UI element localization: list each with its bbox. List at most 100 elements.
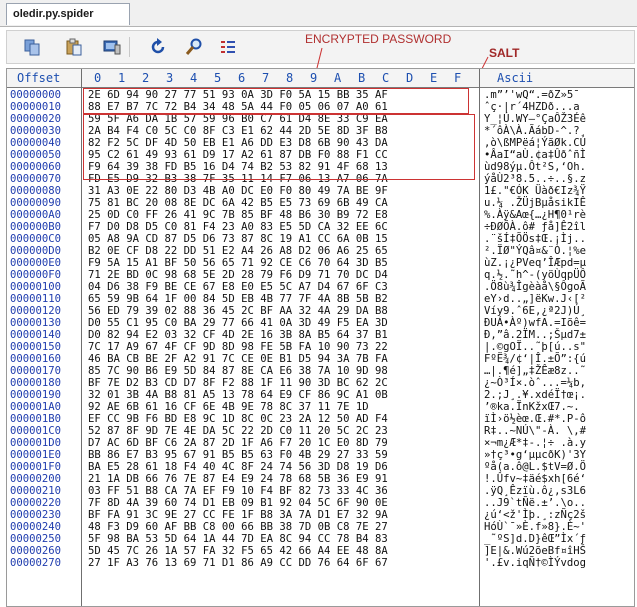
- row-ascii[interactable]: ºå(a.ô@L.$tV=Ø.Ö: [484, 461, 586, 473]
- row-hex-bytes[interactable]: F7 D0 D8 D5 C0 81 F4 23 A0 83 E5 5D CA 3…: [88, 221, 388, 233]
- row-ascii[interactable]: Y_¦Ú.WY–°ÇaÔŽ3Éê: [484, 113, 586, 125]
- row-ascii[interactable]: .ÿQ¸Êzïù.ô¿‚s3L6: [484, 485, 586, 497]
- row-hex-bytes[interactable]: 2E 6D 94 90 27 77 51 93 0A 3D F0 5A 15 B…: [88, 89, 388, 101]
- row-hex-bytes[interactable]: 75 81 BC 20 08 8E DC 6A 42 B5 E5 73 69 6…: [88, 197, 388, 209]
- row-hex-bytes[interactable]: 48 F3 D9 60 AF BB C8 00 66 BB 38 7D 0B C…: [88, 521, 388, 533]
- row-ascii[interactable]: ÷ÐØÕÀ.ô# ƒå]Ê2îl: [484, 221, 586, 233]
- row-hex-bytes[interactable]: 56 ED 79 39 02 88 36 45 2C BF AA 32 4A 2…: [88, 305, 388, 317]
- list-icon[interactable]: [217, 36, 239, 58]
- hex-view[interactable]: Offset 0 1 2 3 4 5 6 7 8 9 A B C D E F A…: [6, 68, 635, 607]
- row-ascii[interactable]: ]E|&.Wú2õeBf¤îHŠ: [484, 545, 586, 557]
- row-ascii[interactable]: ..J9`tÑë.±’.\o..: [484, 497, 586, 509]
- paste-icon[interactable]: [63, 36, 85, 58]
- row-offset: 000000A0: [10, 209, 62, 221]
- row-ascii[interactable]: ‚ò\ßMPëá¦ÝãØk.CÚ: [484, 137, 586, 149]
- row-hex-bytes[interactable]: 21 1A DB 66 76 7E 87 E4 E9 24 78 68 5B 3…: [88, 473, 388, 485]
- row-hex-bytes[interactable]: BB 86 E7 B3 95 67 91 B5 B5 63 F0 4B 29 2…: [88, 449, 388, 461]
- row-offset: 000001B0: [10, 413, 62, 425]
- row-ascii[interactable]: 2.;J¸.¥.xdéÏ†œ¡.: [484, 389, 586, 401]
- row-ascii[interactable]: q.½.˜h^-(yöÙqpÜÔ: [484, 269, 586, 281]
- row-hex-bytes[interactable]: 46 BA CB BE 2F A2 91 7C CE 0E B1 D5 94 3…: [88, 353, 388, 365]
- row-offset: 000001C0: [10, 425, 62, 437]
- row-hex-bytes[interactable]: F9 5A 15 A1 BF 50 56 65 71 92 CE C6 70 6…: [88, 257, 388, 269]
- row-ascii[interactable]: ×¬m¿Æ*‡-.¦÷ .à.y: [484, 437, 586, 449]
- tab-oledir[interactable]: oledir.py.spider: [6, 3, 130, 25]
- row-hex-bytes[interactable]: 85 7C 90 B6 E9 5D 84 87 8E CA E6 38 7A 1…: [88, 365, 388, 377]
- row-ascii[interactable]: .m”’'wQ“.=ðZ»5¯: [484, 89, 580, 101]
- row-hex-bytes[interactable]: BF FA 91 3C 9E 27 CC FE 1F B8 3A 7A D1 E…: [88, 509, 388, 521]
- row-ascii[interactable]: •ÂaI“aÙ.¢a‡ÛðˆñÌ: [484, 149, 586, 161]
- row-hex-bytes[interactable]: 5F 98 BA 53 5D 64 1A 44 7D EA 8C 94 CC 7…: [88, 533, 388, 545]
- col-header: 0: [94, 71, 102, 85]
- row-ascii[interactable]: FºË¾/¢‘|Î.±Õ”:{ú: [484, 353, 586, 365]
- monitor-icon[interactable]: [101, 36, 123, 58]
- row-hex-bytes[interactable]: D7 AC 6D BF C6 2A 87 2D 1F A6 F7 20 1C E…: [88, 437, 388, 449]
- row-hex-bytes[interactable]: B2 0E CF D8 22 DD 51 E2 A4 26 A8 D2 06 A…: [88, 245, 388, 257]
- row-ascii[interactable]: R‡..~NÚ\"-À. \,#: [484, 425, 586, 437]
- row-ascii[interactable]: ùd98ýµ.Ôt²S‚‘Oh.: [484, 161, 586, 173]
- row-hex-bytes[interactable]: 27 1F A3 76 13 69 71 D1 86 A9 CC DD 76 6…: [88, 557, 388, 569]
- row-hex-bytes[interactable]: 31 A3 0E 22 80 D3 4B A0 DC E0 F0 80 49 7…: [88, 185, 388, 197]
- row-ascii[interactable]: .Ö8ù¾Îgèàå\§ÔgoÃ: [484, 281, 586, 293]
- row-hex-bytes[interactable]: 92 AE 6B 61 16 CF 6E 4B 9E 78 8C 37 11 7…: [88, 401, 369, 413]
- row-hex-bytes[interactable]: D0 82 94 E2 03 32 CF 4D 2E 16 3B 8A B5 6…: [88, 329, 388, 341]
- row-ascii[interactable]: »†ç³•g‘µµcðK)'3Y: [484, 449, 586, 461]
- row-hex-bytes[interactable]: 03 FF 51 B8 CA 7A EF F9 10 F4 BF 82 73 3…: [88, 485, 388, 497]
- row-hex-bytes[interactable]: 32 01 3B 4A B8 81 A5 13 78 64 E9 CF 86 9…: [88, 389, 388, 401]
- row-hex-bytes[interactable]: 52 87 8F 9D 7E 4E DA 5C 22 2D C0 11 20 5…: [88, 425, 388, 437]
- row-ascii[interactable]: 1£."€ÓK Üàð€Iz¾Ÿ: [484, 185, 586, 197]
- row-ascii[interactable]: Víy9.ˆ6E,¿ª2J)Ú¸: [484, 305, 586, 317]
- hex-header: Offset 0 1 2 3 4 5 6 7 8 9 A B C D E F A…: [7, 69, 634, 88]
- row-ascii[interactable]: u.¼ .ŽÜjBµåsikIÊ: [484, 197, 586, 209]
- row-ascii[interactable]: Ð‚”â.2ÏM..;Šµd7±: [484, 329, 586, 341]
- row-ascii[interactable]: |.©gOÏ..˜þ[ú..s": [484, 341, 586, 353]
- row-ascii[interactable]: ùZ.¡¿PVeq’ÎÆpd=µ: [484, 257, 586, 269]
- row-ascii[interactable]: !.Ûfv~‡äé$xh[6é‘: [484, 473, 586, 485]
- row-hex-bytes[interactable]: 59 5F A6 DA 1B 57 59 96 B0 C7 61 D4 8E 3…: [88, 113, 388, 125]
- row-hex-bytes[interactable]: 05 A8 9A CD 87 D5 D6 73 87 8C 19 A1 CC 6…: [88, 233, 388, 245]
- row-hex-bytes[interactable]: 7F 8D 4A 39 60 74 D1 EB 09 B1 92 04 5C 6…: [88, 497, 388, 509]
- row-ascii[interactable]: .¨šÍ‡ÕÖs‡Œ.¡Ìj..: [484, 233, 586, 245]
- row-offset: 00000250: [10, 533, 62, 545]
- row-hex-bytes[interactable]: D0 55 C1 95 C0 BA 29 77 66 41 0A 3D 49 F…: [88, 317, 388, 329]
- row-ascii[interactable]: ÐUÁ•Àº)wfA.=Iõê=: [484, 317, 586, 329]
- row-hex-bytes[interactable]: 95 C2 61 49 93 61 D9 17 A2 61 87 DB F0 8…: [88, 149, 388, 161]
- row-hex-bytes[interactable]: FD E5 D9 32 B3 38 7F 35 11 14 F7 06 13 A…: [88, 173, 388, 185]
- row-hex-bytes[interactable]: BF 7E D2 B3 CD D7 8F F2 88 1F 11 90 3D B…: [88, 377, 388, 389]
- row-ascii[interactable]: %.Àÿ&Aœ{…¿H¶0¹rè: [484, 209, 586, 221]
- row-ascii[interactable]: ’®ka.ÏnKžxŒ7.~.: [484, 401, 580, 413]
- row-hex-bytes[interactable]: EF CC 9B F6 BD E8 9C 1D 8C 0C 23 2A 12 5…: [88, 413, 388, 425]
- row-offset: 00000090: [10, 197, 62, 209]
- row-hex-bytes[interactable]: 65 59 9B 64 1F 00 84 5D EB 4B 77 7F 4A 8…: [88, 293, 388, 305]
- row-ascii[interactable]: ¿~Ò³Í×.òˆ...=¼b,: [484, 377, 586, 389]
- row-hex-bytes[interactable]: 5D 45 7C 26 1A 57 FA 32 F5 65 42 66 A4 E…: [88, 545, 388, 557]
- row-hex-bytes[interactable]: F9 64 39 38 FD B5 16 D4 74 B2 53 82 91 4…: [88, 161, 388, 173]
- row-ascii[interactable]: *´ôÀ\À.ÃábD-^.?¸: [484, 125, 586, 137]
- row-ascii[interactable]: HóÙ`¯»È.f»8}.È~': [484, 521, 586, 533]
- row-ascii[interactable]: ïÌ›ö½èœ.Œ.#*.P-ô: [484, 413, 586, 425]
- search-icon[interactable]: [183, 36, 205, 58]
- row-ascii[interactable]: _˜ºS]d.D}êŒ”Ìx´ƒ: [484, 533, 586, 545]
- row-ascii[interactable]: eY›d..„]ëKw.J‹[²: [484, 293, 586, 305]
- row-hex-bytes[interactable]: 88 E7 B7 7C 72 B4 34 48 5A 44 F0 05 06 0…: [88, 101, 388, 113]
- row-ascii[interactable]: ýåÙ2³8.5..÷..§.z: [484, 173, 586, 185]
- row-hex-bytes[interactable]: 7C 17 A9 67 4F CF 9D 8D 98 FE 5B FA 10 9…: [88, 341, 388, 353]
- row-ascii[interactable]: …|.¶é]„‡ŽÊæ8z..˜: [484, 365, 586, 377]
- row-ascii[interactable]: ˆç·|r´4HZDð...a: [484, 101, 580, 113]
- row-hex-bytes[interactable]: 2A B4 F4 C0 5C C0 8F C3 E1 62 44 2D 5E 8…: [88, 125, 388, 137]
- refresh-icon[interactable]: [147, 36, 169, 58]
- row-hex-bytes[interactable]: 25 0D C0 FF 26 41 9C 7B 85 BF 48 B6 30 B…: [88, 209, 388, 221]
- row-ascii[interactable]: ².ÏØ"ÝQâ¤&¨Ò.¦%e: [484, 245, 586, 257]
- copy-icon[interactable]: [21, 36, 43, 58]
- row-offset: 00000110: [10, 293, 62, 305]
- row-ascii[interactable]: '.£v.iqÑ†©ÌÝvdog: [484, 557, 586, 569]
- row-hex-bytes[interactable]: 71 2E BD 0C 98 68 5E 2D 28 79 F6 D9 71 7…: [88, 269, 388, 281]
- row-hex-bytes[interactable]: BA E5 28 61 18 F4 40 4C 8F 24 74 56 3D D…: [88, 461, 388, 473]
- row-offset: 000001A0: [10, 401, 62, 413]
- row-hex-bytes[interactable]: 04 D6 38 F9 BE CE 67 E8 E0 E5 5C A7 D4 6…: [88, 281, 388, 293]
- col-header: 8: [286, 71, 294, 85]
- row-hex-bytes[interactable]: 82 F2 5C DF 4D 50 EB E1 A6 DD E3 D8 6B 9…: [88, 137, 388, 149]
- row-offset: 00000240: [10, 521, 62, 533]
- row-ascii[interactable]: ¿ú‘<ž'Ìþ.¸:zÑç2š: [484, 509, 586, 521]
- row-offset: 000001D0: [10, 437, 62, 449]
